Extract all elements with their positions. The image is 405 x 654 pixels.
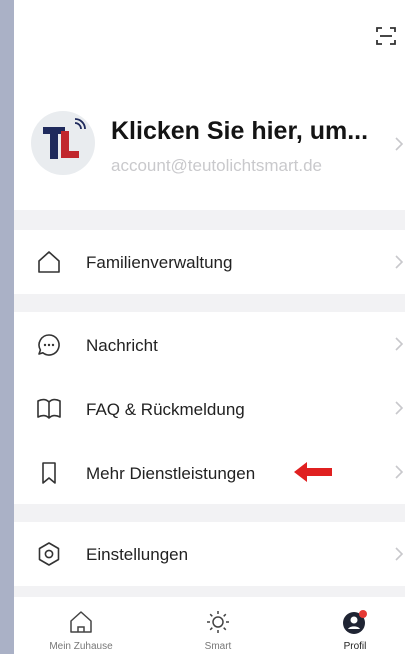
profile-screen: Klicken Sie hier, um... account@teutolic… bbox=[14, 0, 405, 654]
book-icon bbox=[37, 398, 61, 419]
family-card: Familienverwaltung bbox=[14, 230, 405, 294]
menu-item-label: Mehr Dienstleistungen bbox=[86, 464, 256, 483]
menu-item-label: Einstellungen bbox=[86, 545, 189, 564]
support-card: Nachricht FAQ & Rückmeldung Mehr Dienstl… bbox=[14, 312, 405, 504]
settings-card: Einstellungen bbox=[14, 522, 405, 586]
menu-item-label: Nachricht bbox=[86, 336, 158, 355]
menu-item-label: FAQ & Rückmeldung bbox=[86, 400, 245, 419]
menu-item-settings[interactable]: Einstellungen bbox=[14, 522, 405, 586]
chevron-right-icon bbox=[395, 401, 404, 415]
bookmark-icon bbox=[42, 462, 56, 484]
chevron-right-icon bbox=[395, 255, 404, 269]
tab-smart[interactable]: Smart bbox=[163, 597, 273, 654]
brand-logo bbox=[43, 118, 86, 159]
menu-item-message[interactable]: Nachricht bbox=[14, 312, 405, 376]
sun-icon bbox=[207, 611, 229, 633]
chat-bubble-icon bbox=[38, 334, 60, 356]
chevron-right-icon bbox=[395, 465, 404, 479]
tab-label: Smart bbox=[204, 641, 232, 652]
profile-icon bbox=[343, 610, 367, 634]
profile-email: account@teutolichtsmart.de bbox=[111, 156, 322, 175]
tab-label: Mein Zuhause bbox=[49, 641, 113, 652]
chevron-right-icon bbox=[395, 547, 404, 561]
menu-item-family[interactable]: Familienverwaltung bbox=[14, 230, 405, 294]
annotation-arrow-icon bbox=[294, 462, 332, 482]
chevron-right-icon bbox=[395, 337, 404, 351]
scan-icon[interactable] bbox=[374, 24, 398, 48]
tab-profile[interactable]: Profil bbox=[300, 597, 405, 654]
home-icon bbox=[38, 251, 60, 273]
menu-item-services[interactable]: Mehr Dienstleistungen bbox=[14, 440, 405, 504]
chevron-right-icon bbox=[395, 137, 404, 151]
bottom-tab-bar: Mein Zuhause Smart Profil bbox=[14, 597, 405, 654]
profile-header: Klicken Sie hier, um... account@teutolic… bbox=[14, 0, 405, 210]
tab-label: Profil bbox=[343, 641, 367, 652]
home-icon bbox=[70, 611, 92, 633]
menu-item-faq[interactable]: FAQ & Rückmeldung bbox=[14, 376, 405, 440]
tab-home[interactable]: Mein Zuhause bbox=[26, 597, 136, 654]
avatar[interactable] bbox=[31, 111, 95, 175]
menu-item-label: Familienverwaltung bbox=[86, 253, 233, 272]
settings-icon bbox=[38, 542, 60, 566]
profile-name[interactable]: Klicken Sie hier, um... bbox=[111, 117, 368, 146]
